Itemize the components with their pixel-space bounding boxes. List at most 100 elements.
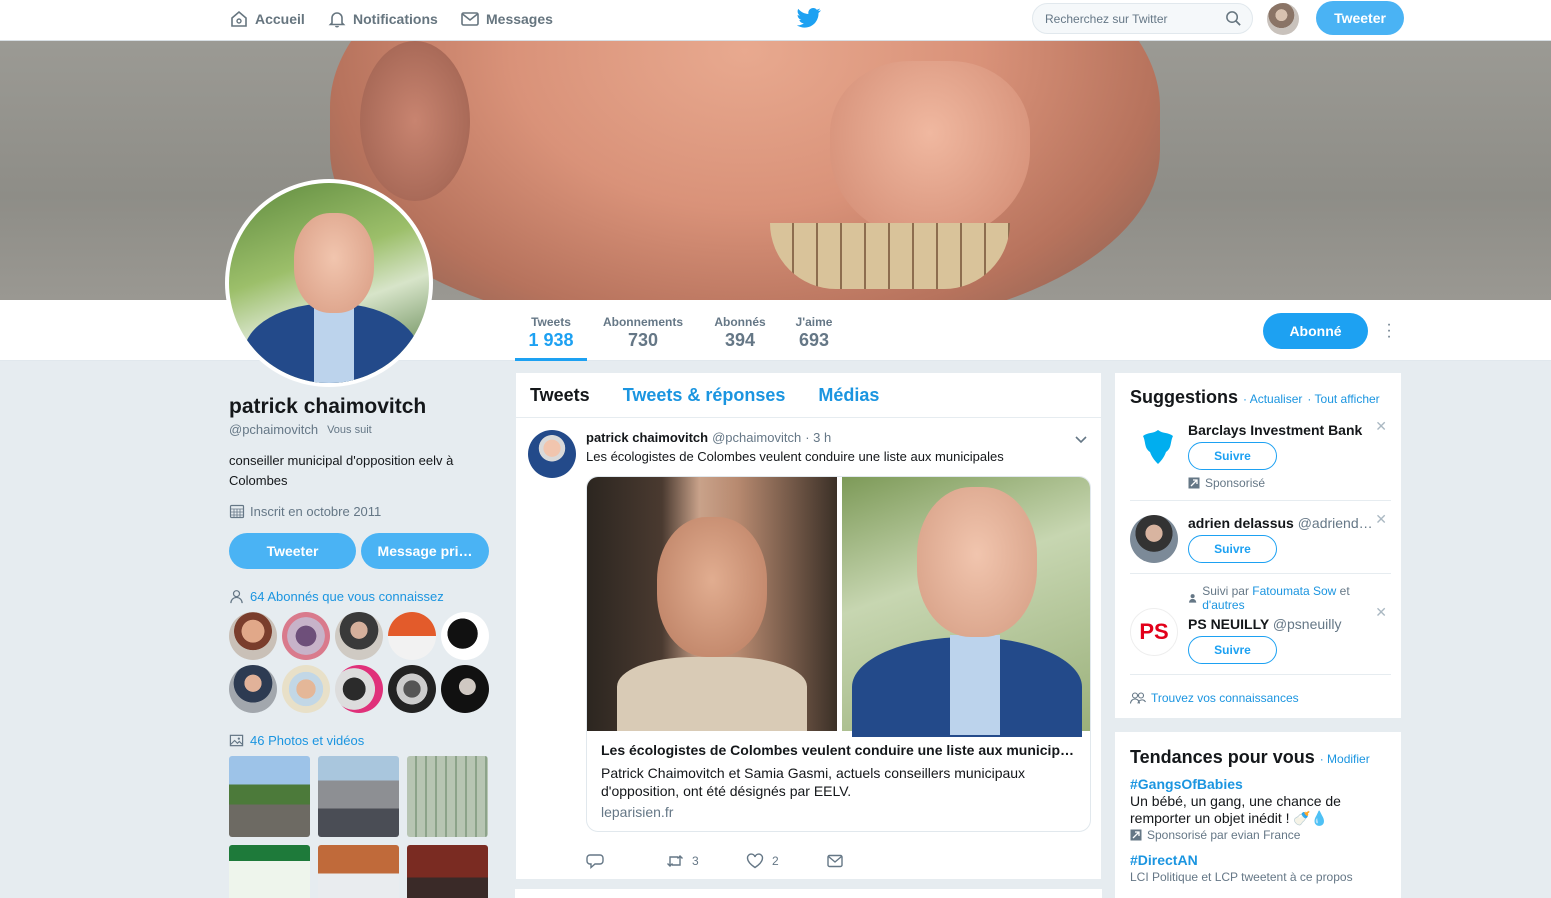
- more-options-icon[interactable]: · · ·: [1382, 317, 1396, 345]
- trend-tag[interactable]: #GangsOfBabies: [1130, 776, 1386, 792]
- link-card[interactable]: Les écologistes de Colombes veulent cond…: [586, 476, 1091, 832]
- media-thumbnail[interactable]: [407, 845, 488, 898]
- suggestion-name[interactable]: adrien delassus: [1188, 515, 1294, 531]
- trend-meta: Sponsorisé par evian France: [1130, 828, 1386, 842]
- tweet-author-handle[interactable]: @pchaimovitch: [712, 430, 801, 445]
- follower-avatar[interactable]: [441, 612, 489, 660]
- profile-handle[interactable]: @pchaimovitch: [229, 422, 318, 437]
- reply-button[interactable]: [586, 852, 666, 870]
- stat-tweets[interactable]: Tweets 1 938: [515, 300, 587, 361]
- followed-by-mid: et: [1339, 584, 1350, 598]
- ps-logo-icon[interactable]: PS: [1130, 608, 1178, 656]
- dismiss-icon[interactable]: ✕: [1375, 418, 1387, 435]
- tweet-author-name[interactable]: patrick chaimovitch: [586, 430, 708, 445]
- follow-button[interactable]: Suivre: [1188, 535, 1277, 563]
- find-people-link[interactable]: Trouvez vos connaissances: [1115, 675, 1401, 705]
- stat-likes[interactable]: J'aime 693: [792, 300, 836, 361]
- tweet-time[interactable]: · 3 h: [805, 430, 831, 445]
- photos-videos-label: 46 Photos et vidéos: [250, 733, 365, 748]
- twitter-bird-icon[interactable]: [797, 7, 821, 29]
- sponsored-text: Sponsorisé: [1205, 476, 1266, 490]
- media-thumbnail[interactable]: [318, 756, 399, 837]
- following-button[interactable]: Abonné: [1263, 313, 1368, 349]
- heart-icon: [746, 853, 764, 869]
- profile-name[interactable]: patrick chaimovitch: [229, 395, 491, 419]
- retweet-button[interactable]: 3: [666, 852, 746, 870]
- stat-following[interactable]: Abonnements 730: [601, 300, 685, 361]
- profile-avatar[interactable]: [225, 179, 433, 387]
- known-followers-link[interactable]: 64 Abonnés que vous connaissez: [229, 589, 491, 604]
- user-icon: [230, 590, 243, 604]
- follower-avatar[interactable]: [335, 612, 383, 660]
- stat-followers[interactable]: Abonnés 394: [712, 300, 768, 361]
- joined-date: Inscrit en octobre 2011: [229, 503, 491, 519]
- tweet-actions: 3 2: [586, 852, 1089, 870]
- search-icon[interactable]: [1225, 10, 1242, 27]
- tab-tweets-replies[interactable]: Tweets & réponses: [623, 385, 786, 406]
- suggestion-avatar[interactable]: [1130, 515, 1178, 563]
- follower-avatar[interactable]: [388, 665, 436, 713]
- compose-tweet-button[interactable]: Tweeter: [1316, 1, 1404, 35]
- follow-button[interactable]: Suivre: [1188, 442, 1277, 470]
- people-icon: [1130, 692, 1146, 704]
- suggestion-name[interactable]: Barclays Investment Bank: [1188, 422, 1381, 438]
- nav-home[interactable]: Accueil: [229, 0, 305, 38]
- follower-avatar[interactable]: [441, 665, 489, 713]
- suggestion-handle[interactable]: @psneuilly: [1273, 616, 1342, 632]
- follow-button[interactable]: Suivre: [1188, 636, 1277, 664]
- followed-by-others-link[interactable]: d'autres: [1202, 598, 1244, 612]
- dismiss-icon[interactable]: ✕: [1375, 511, 1387, 528]
- trend-item[interactable]: #GangsOfBabies Un bébé, un gang, une cha…: [1130, 776, 1386, 842]
- follower-avatar[interactable]: [282, 665, 330, 713]
- next-tweet: [515, 889, 1102, 898]
- trend-item[interactable]: #DirectAN LCI Politique et LCP tweetent …: [1130, 852, 1386, 884]
- trend-meta: LCI Politique et LCP tweetent à ce propo…: [1130, 870, 1386, 884]
- profile-bio: conseiller municipal d'opposition eelv à…: [229, 453, 454, 488]
- retweet-count: 3: [692, 854, 699, 868]
- suggestions-title: Suggestions: [1130, 387, 1239, 407]
- chevron-down-icon[interactable]: [1073, 432, 1089, 448]
- trends-title: Tendances pour vous: [1130, 747, 1315, 767]
- suggestion-item[interactable]: adrien delassus @adriend… Suivre ✕: [1130, 501, 1391, 574]
- tab-tweets[interactable]: Tweets: [530, 385, 590, 406]
- modify-trends-link[interactable]: · Modifier: [1320, 752, 1370, 766]
- suggestion-item[interactable]: Barclays Investment Bank Suivre Sponsori…: [1130, 408, 1391, 501]
- nav-messages-label: Messages: [486, 11, 553, 27]
- suggestion-handle[interactable]: @adriend…: [1298, 515, 1373, 531]
- suggestion-item[interactable]: Suivi par Fatoumata Sow et d'autres PS P…: [1130, 574, 1391, 675]
- nav-notifications[interactable]: Notifications: [327, 0, 438, 38]
- tweet-avatar[interactable]: [528, 430, 576, 478]
- media-thumbnail[interactable]: [318, 845, 399, 898]
- suggestions-header: Suggestions · Actualiser · Tout afficher: [1115, 373, 1401, 408]
- tweet[interactable]: patrick chaimovitch @pchaimovitch · 3 h …: [516, 418, 1101, 870]
- refresh-link[interactable]: · Actualiser: [1243, 392, 1302, 406]
- account-avatar[interactable]: [1267, 3, 1299, 35]
- media-thumbnail[interactable]: [229, 756, 310, 837]
- direct-message-button[interactable]: Message pri…: [361, 533, 489, 569]
- dm-share-button[interactable]: [826, 852, 906, 870]
- image-icon: [229, 734, 244, 747]
- media-thumbnail[interactable]: [229, 845, 310, 898]
- tab-media[interactable]: Médias: [818, 385, 879, 406]
- followed-by-link[interactable]: Fatoumata Sow: [1252, 584, 1336, 598]
- promoted-icon: [1188, 477, 1200, 489]
- dismiss-icon[interactable]: ✕: [1375, 604, 1387, 621]
- tweet-to-button[interactable]: Tweeter: [229, 533, 356, 569]
- nav-messages[interactable]: Messages: [460, 0, 553, 38]
- search-box[interactable]: [1032, 3, 1253, 34]
- suggestion-name[interactable]: PS NEUILLY: [1188, 616, 1269, 632]
- like-button[interactable]: 2: [746, 852, 826, 870]
- follower-avatar[interactable]: [335, 665, 383, 713]
- sponsored-label: Sponsorisé: [1188, 476, 1381, 490]
- joined-label: Inscrit en octobre 2011: [250, 503, 382, 519]
- trend-tag[interactable]: #DirectAN: [1130, 852, 1386, 868]
- search-input[interactable]: [1045, 11, 1225, 26]
- promoted-icon: [1130, 829, 1142, 841]
- follower-avatar[interactable]: [388, 612, 436, 660]
- photos-videos-link[interactable]: 46 Photos et vidéos: [229, 733, 491, 748]
- follower-avatar[interactable]: [229, 665, 277, 713]
- follower-avatar[interactable]: [229, 612, 277, 660]
- show-all-link[interactable]: · Tout afficher: [1307, 392, 1379, 406]
- media-thumbnail[interactable]: [407, 756, 488, 837]
- follower-avatar[interactable]: [282, 612, 330, 660]
